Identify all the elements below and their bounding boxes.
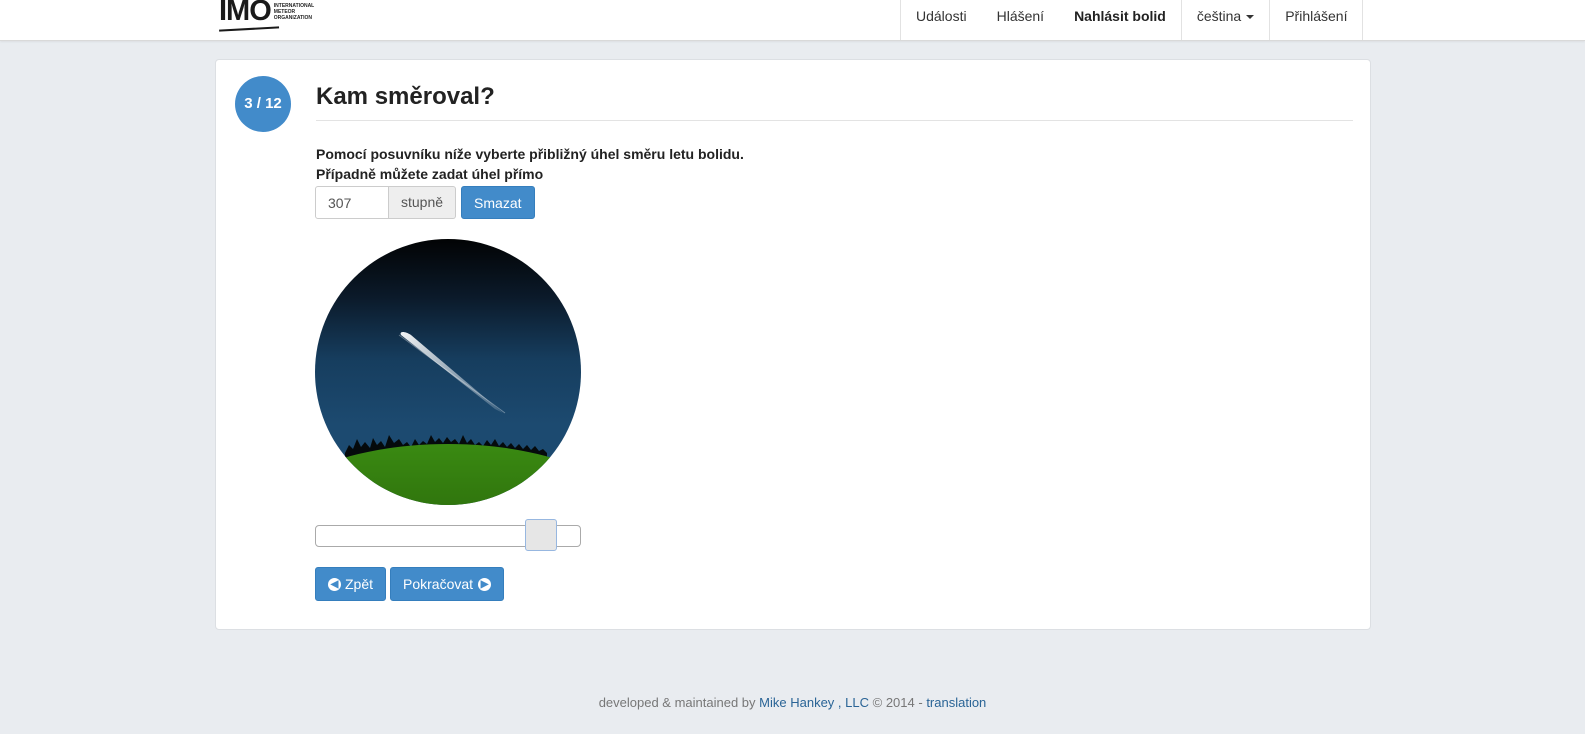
meteor-glow — [398, 334, 506, 414]
imo-logo[interactable]: IMO INTERNATIONAL METEOR ORGANIZATION — [218, 0, 314, 32]
step-badge: 3 / 12 — [235, 76, 291, 132]
step-panel: 3 / 12 Kam směroval? Pomocí posuvníku ní… — [215, 59, 1371, 630]
caret-down-icon — [1246, 15, 1255, 20]
slider-handle[interactable] — [525, 519, 558, 551]
logo-subtitle: INTERNATIONAL METEOR ORGANIZATION — [274, 3, 314, 21]
nav-item-reports[interactable]: Hlášení — [982, 0, 1059, 40]
footer-prefix: developed & maintained by — [598, 695, 756, 710]
nav-menu: Události Hlášení Nahlásit bolid čeština … — [900, 0, 1364, 40]
circle-arrow-left-icon: ◀ — [328, 577, 341, 591]
sky-scene — [315, 332, 581, 505]
instruction-line-2: Případně můžete zadat úhel přímo — [316, 166, 544, 182]
continue-button[interactable]: Pokračovat ▶ — [390, 567, 505, 601]
logo-text: IMO — [219, 0, 272, 27]
angle-slider[interactable] — [315, 519, 581, 551]
top-navbar: IMO INTERNATIONAL METEOR ORGANIZATION Ud… — [0, 0, 1585, 41]
footer-copyright: © 2014 - — [872, 695, 923, 710]
clear-button[interactable]: Smazat — [461, 186, 535, 219]
step-navigation: ◀ Zpět Pokračovat ▶ — [315, 567, 505, 601]
title-divider — [316, 120, 1353, 121]
nav-item-report-fireball[interactable]: Nahlásit bolid — [1059, 0, 1181, 40]
footer: developed & maintained by Mike Hankey , … — [0, 695, 1585, 710]
nav-item-login[interactable]: Přihlášení — [1270, 0, 1362, 40]
nav-divider — [1362, 0, 1364, 40]
meteor-trail — [400, 332, 503, 413]
angle-input-group: stupně Smazat — [315, 186, 535, 219]
author-link[interactable]: Mike Hankey — [759, 695, 834, 710]
instruction-line-1: Pomocí posuvníku níže vyberte přibližný … — [316, 146, 744, 162]
nav-item-language[interactable]: čeština — [1182, 0, 1269, 40]
continue-label: Pokračovat — [403, 576, 474, 592]
translation-link[interactable]: translation — [926, 695, 986, 710]
angle-unit-addon: stupně — [389, 186, 457, 219]
circle-arrow-right-icon: ▶ — [478, 577, 492, 591]
instructions: Pomocí posuvníku níže vyberte přibližný … — [316, 144, 744, 184]
angle-input[interactable] — [315, 186, 389, 219]
language-label: čeština — [1196, 8, 1242, 24]
fireball-direction-illustration — [315, 239, 581, 505]
back-label: Zpět — [345, 576, 374, 592]
nav-item-events[interactable]: Události — [901, 0, 982, 40]
page-title: Kam směroval? — [316, 83, 495, 110]
company-link[interactable]: , LLC — [838, 695, 869, 710]
logo-subtitle-line: ORGANIZATION — [273, 15, 313, 21]
back-button[interactable]: ◀ Zpět — [315, 567, 387, 601]
